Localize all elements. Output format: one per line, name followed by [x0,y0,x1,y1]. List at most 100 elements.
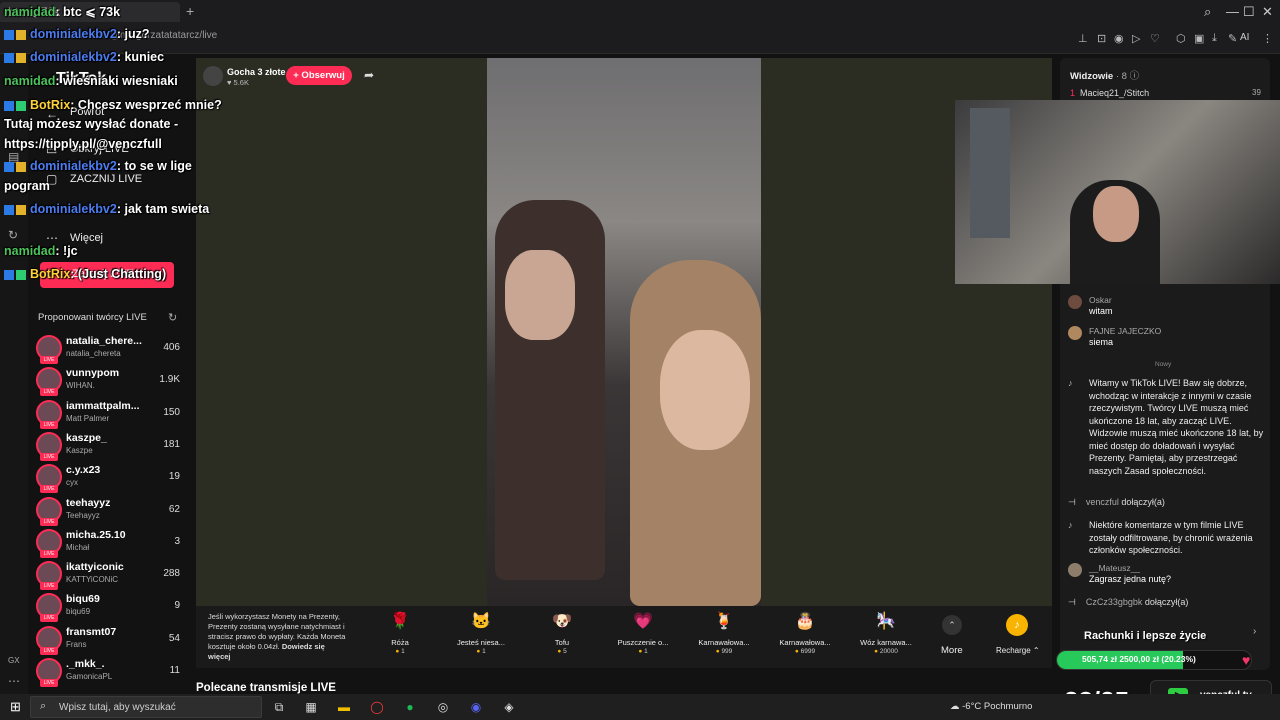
gx-icon[interactable]: GX [8,656,20,665]
recharge-button[interactable]: Recharge ⌃ [996,646,1040,655]
chevron-up-icon[interactable]: ⌃ [942,615,962,635]
viewer-count: 3 [174,535,180,547]
suggested-creator[interactable]: LIVE biqu69 biqu69 9 [34,591,184,623]
comment-user[interactable]: Oskar [1089,295,1112,305]
discord-icon[interactable]: ◉ [465,697,487,717]
badge-icon [4,52,14,63]
app-icon[interactable]: ◈ [498,697,520,717]
gift-item[interactable]: 🐱 Jesteś niesa... ● 1 [440,610,522,655]
gift-item[interactable]: 🌹 Róża ● 1 [359,610,441,655]
top-viewer[interactable]: 1 Macieq21_/Stitch [1070,88,1149,98]
extensions-icon[interactable]: ⬡ [1176,32,1186,45]
search-icon[interactable]: ⌕ [1204,4,1211,20]
join-message: ⊣ CzCz33gbgbk dołączył(a) [1068,597,1188,608]
join-text: dołączył(a) [1121,497,1165,507]
gift-price-value: 1 [482,648,486,655]
download-icon[interactable]: ⤓ [1212,32,1217,45]
gift-item[interactable]: 🎠 Wóz karnawa... ● 20000 [845,610,927,655]
play-icon[interactable]: ▷ [1132,32,1140,45]
menu-icon[interactable]: ⋮ [1262,32,1273,45]
gift-item[interactable]: 🎂 Karnawałowa... ● 6999 [764,610,846,655]
badge-icon [4,100,14,111]
more-icon[interactable]: ⋯ [8,674,20,688]
twitch-chat-message: dominialekbv2: juz? [4,27,149,41]
ai-button[interactable]: AI [1240,32,1249,43]
avatar[interactable] [1068,295,1082,309]
creator-name: micha.25.10 [66,528,126,541]
comment-user[interactable]: FAJNE JAJECZKO [1089,326,1161,336]
join-user[interactable]: CzCz33gbgbk [1086,597,1143,607]
heart-icon[interactable]: ♡ [1150,32,1160,45]
chat-text: : btc ⩽ 73k [55,5,121,19]
chevron-right-icon[interactable]: › [1253,626,1256,637]
suggested-creator[interactable]: LIVE ._mkk_. GamonicaPL 11 [34,656,184,688]
more-link[interactable]: Więcej [70,232,103,244]
streamer-name[interactable]: Gocha 3 złote [227,67,286,77]
sub-badge-icon [16,29,26,40]
windows-start-icon[interactable]: ⊞ [10,699,21,715]
creator-name: ._mkk_. [66,658,105,670]
suggested-creator[interactable]: LIVE kaszpe_ Kaszpe 181 [34,430,184,462]
gift-name: Tofu [554,638,570,647]
task-view-icon[interactable]: ⧉ [268,697,290,717]
edit-icon[interactable]: ✎ [1228,32,1237,45]
streamer-avatar[interactable] [203,66,223,86]
suggested-creator[interactable]: LIVE teehayyz Teehayyz 62 [34,495,184,527]
gift-price-value: 5 [563,648,567,655]
chat-text: : Chcesz wesprzeć mnie? [70,98,222,112]
refresh-icon[interactable]: ↻ [168,311,177,324]
creator-subtitle: cyx [66,478,78,488]
creator-name: natalia_chere... [66,335,142,347]
suggested-creator[interactable]: LIVE micha.25.10 Michał 3 [34,527,184,559]
viewer-count: 406 [163,342,180,353]
suggested-creator[interactable]: LIVE fransmt07 Frans 54 [34,624,184,656]
creator-subtitle: biqu69 [66,607,91,617]
screenshot-icon[interactable]: ⊡ [1097,32,1106,45]
follow-button[interactable]: + Obserwuj [286,66,352,85]
pin-icon[interactable]: ⊥ [1078,32,1088,45]
cat-icon: 🐱 [471,613,491,630]
twitch-chat-message: BotRix: (Just Chatting) [4,267,166,281]
avatar[interactable] [1068,563,1082,577]
weather-widget[interactable]: ☁ -6°C Pochmurno [950,701,1032,712]
comment-user[interactable]: __Mateusz__ [1089,563,1140,573]
suggested-creator[interactable]: LIVE iammattpalm... Matt Palmer 150 [34,398,184,430]
close-icon[interactable]: ✕ [1262,4,1273,20]
join-icon: ⊣ [1068,497,1076,507]
viewer-count: 1.9K [159,374,180,386]
coin-icon[interactable]: ♪ [1006,614,1028,636]
join-user[interactable]: venczful [1086,497,1119,507]
folder-icon[interactable]: ▬ [333,697,355,717]
box-icon[interactable]: ▣ [1194,32,1204,45]
obs-icon[interactable]: ◎ [432,697,454,717]
suggested-creator[interactable]: LIVE vunnypom WIHAN. 1.9K [34,365,184,397]
badge-icon [4,29,14,40]
gift-item[interactable]: 🍹 Karnawałowa... ● 999 [683,610,765,655]
cake-icon: 🎂 [795,613,815,630]
gift-item[interactable]: 💗 Puszczenie o... ● 1 [602,610,684,655]
twitch-chat-message: dominialekbv2: kuniec [4,50,164,64]
refresh-icon[interactable]: ↻ [8,228,18,242]
gift-item[interactable]: 🐶 Tofu ● 5 [521,610,603,655]
minimize-icon[interactable]: — [1226,4,1239,19]
more-gifts-button[interactable]: More [941,645,963,656]
store-icon[interactable]: ▦ [300,697,322,717]
spotify-icon[interactable]: ● [399,697,421,717]
suggested-creator[interactable]: LIVE ikattyiconic KATTYiCONiC 288 [34,559,184,591]
opera-icon[interactable]: ◯ [366,697,388,717]
chat-username: BotRix [30,267,71,281]
camera-icon[interactable]: ◉ [1114,32,1124,45]
suggested-creator[interactable]: LIVE natalia_chere... natalia_chereta 406 [34,333,184,365]
share-icon[interactable]: ➦ [364,68,374,82]
maximize-icon[interactable]: ☐ [1243,4,1255,20]
avatar[interactable] [1068,326,1082,340]
suggested-creator[interactable]: LIVE c.y.x23 cyx 19 [34,462,184,494]
start-live-link[interactable]: ZACZNIJ LIVE [70,173,142,185]
sub-badge-icon [16,52,26,63]
streamer-face-left [505,250,575,340]
viewer-count: 19 [168,471,180,483]
twitch-chat-message: namidad: !jc [4,244,78,258]
new-tab-button[interactable]: + [186,3,194,19]
chat-text: pogram [4,179,50,193]
creator-subtitle: Matt Palmer [66,413,110,423]
